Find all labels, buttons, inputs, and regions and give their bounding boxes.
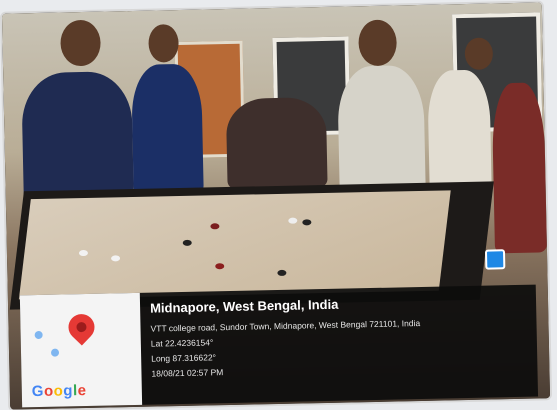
- photo-person: [131, 63, 204, 195]
- location-title: Midnapore, West Bengal, India: [149, 296, 339, 316]
- photo-person-head: [358, 19, 398, 67]
- timestamp-line: 18/08/21 02:57 PM: [151, 367, 224, 379]
- photo-person: [21, 71, 134, 204]
- geotag-text: Midnapore, West Bengal, India VTT colleg…: [150, 293, 532, 384]
- map-dot: [34, 330, 43, 340]
- map-pin-icon: [63, 308, 100, 346]
- geotag-card: Google Midnapore, West Bengal, India VTT…: [19, 284, 539, 408]
- map-thumbnail[interactable]: Google: [19, 292, 143, 408]
- photo-person: [491, 82, 548, 254]
- photo-crowd: [225, 96, 328, 190]
- google-logo: Google: [31, 382, 87, 401]
- carrom-board-surface: [18, 190, 451, 300]
- photo-person-head: [60, 19, 102, 67]
- map-dot: [50, 348, 60, 357]
- camera-badge-icon[interactable]: [484, 249, 506, 270]
- phone-screen: Google Midnapore, West Bengal, India VTT…: [1, 2, 551, 410]
